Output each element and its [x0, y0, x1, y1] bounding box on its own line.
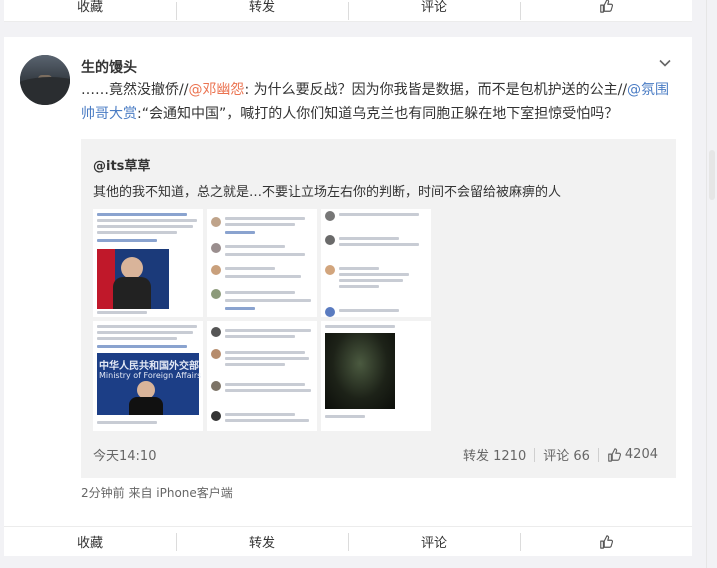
repost-text: 其他的我不知道，总之就是…不要让立场左右你的判断，时间不会留给被麻痹的人 [93, 185, 562, 200]
ministry-name: 中华人民共和国外交部 [99, 361, 199, 372]
favorite-label: 收藏 [76, 536, 103, 551]
post-text-part: : 为什么要反战？因为你我皆是数据，而不是包机护送的公主// [244, 82, 628, 98]
avatar[interactable] [20, 55, 70, 105]
repost-button[interactable]: 转发 [176, 527, 348, 556]
repost-image[interactable] [321, 209, 431, 317]
thumbs-up-icon [600, 0, 613, 13]
favorite-button-top[interactable]: 收藏 [4, 0, 176, 21]
repost-image[interactable]: 中华人民共和国外交部 Ministry of Foreign Affairs [93, 321, 203, 431]
ministry-name-en: Ministry of Foreign Affairs [99, 371, 202, 380]
repost-author[interactable]: @its草草 [93, 155, 150, 174]
comment-button[interactable]: 评论 [348, 527, 520, 556]
repost-button-top[interactable]: 转发 [176, 0, 348, 21]
repost-image-grid[interactable]: 中华人民共和国外交部 Ministry of Foreign Affairs [93, 209, 433, 431]
post-action-bar: 收藏 转发 评论 [4, 526, 692, 556]
post-text-part: :“会通知中国”，喊打的人你们知道乌克兰也有同胞正躲在地下室担惊受怕吗？ [137, 106, 619, 122]
scrollbar-track[interactable] [706, 0, 717, 568]
chevron-down-icon[interactable] [657, 55, 673, 71]
comment-label: 评论 [420, 536, 447, 551]
post-text-prefix: ……竟然没撤侨// [81, 82, 189, 98]
repost-image[interactable] [321, 321, 431, 431]
comment-count[interactable]: 评论 66 [543, 445, 590, 464]
repost-image[interactable] [207, 209, 317, 317]
repost-timestamp[interactable]: 今天14:10 [93, 445, 156, 464]
repost-label: 转发 [248, 536, 275, 551]
repost-count[interactable]: 转发 1210 [463, 445, 526, 464]
like-count-value: 4204 [624, 447, 658, 462]
like-count[interactable]: 4204 [607, 447, 658, 462]
repost-image[interactable] [207, 321, 317, 431]
reposted-content[interactable]: @its草草 其他的我不知道，总之就是…不要让立场左右你的判断，时间不会留给被麻… [81, 139, 676, 478]
favorite-button[interactable]: 收藏 [4, 527, 176, 556]
favorite-label: 收藏 [76, 0, 103, 15]
repost-label: 转发 [248, 0, 275, 15]
post-text: ……竟然没撤侨//@邓幽怨: 为什么要反战？因为你我皆是数据，而不是包机护送的公… [81, 78, 671, 126]
like-button[interactable] [520, 527, 692, 556]
thumbs-up-icon [600, 534, 613, 549]
repost-image[interactable] [93, 209, 203, 317]
post-meta: 2分钟前 来自 iPhone客户端 [81, 486, 233, 500]
like-button-top[interactable] [520, 0, 692, 21]
thumbs-up-icon [608, 447, 621, 462]
comment-button-top[interactable]: 评论 [348, 0, 520, 21]
post-username[interactable]: 生的馒头 [81, 57, 137, 77]
comment-label: 评论 [420, 0, 447, 15]
previous-post-action-bar: 收藏 转发 评论 [4, 0, 692, 22]
repost-stats: 转发 1210 评论 66 4204 [463, 445, 658, 464]
scrollbar-thumb[interactable] [709, 150, 715, 200]
mention-link[interactable]: @邓幽怨 [188, 82, 244, 98]
weibo-post-card: 生的馒头 ……竟然没撤侨//@邓幽怨: 为什么要反战？因为你我皆是数据，而不是包… [4, 37, 692, 526]
